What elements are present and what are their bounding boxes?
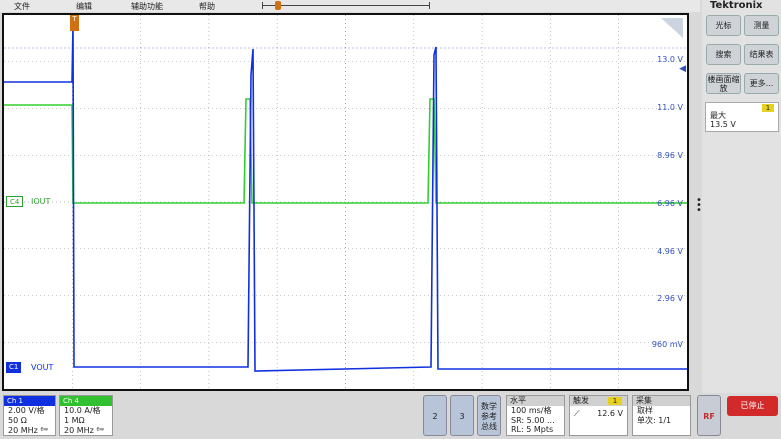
measurement-value: 13.5 V xyxy=(710,120,736,129)
run-stop-button[interactable]: 已停止 xyxy=(727,396,778,416)
horizontal-header: 水平 xyxy=(507,396,564,406)
ch3-button[interactable]: 3 xyxy=(450,395,474,436)
scale-label: 11.0 V xyxy=(657,103,683,112)
measurement-badge[interactable]: 1 最大 13.5 V xyxy=(705,102,779,132)
ch1-label: VOUT xyxy=(31,363,54,372)
trigger-badge[interactable]: 触发 1 ⟋ 12.6 V xyxy=(569,395,628,436)
trigger-marker-icon: T xyxy=(70,15,79,31)
ch1-bandwidth: 20 MHz ᴮʷ xyxy=(8,426,48,435)
more-button[interactable]: 更多... xyxy=(744,73,779,94)
acquire-count: 单次: 1/1 xyxy=(637,415,672,425)
waveform-plot xyxy=(4,15,687,389)
ch4-bandwidth: 20 MHz ᴮʷ xyxy=(64,426,104,435)
ch1-badge[interactable]: Ch 1 2.00 V/格 50 Ω 20 MHz ᴮʷ xyxy=(3,395,56,436)
menu-file[interactable]: 文件 xyxy=(14,1,30,12)
search-button[interactable]: 搜索 xyxy=(706,44,741,65)
ch1-impedance: 50 Ω xyxy=(8,416,27,425)
trigger-header: 触发 1 xyxy=(570,396,627,406)
menu-utility[interactable]: 辅助功能 xyxy=(131,1,163,12)
scale-label: 13.0 V xyxy=(657,55,683,64)
ch4-badge[interactable]: Ch 4 10.0 A/格 1 MΩ 20 MHz ᴮʷ xyxy=(59,395,113,436)
results-table-button[interactable]: 结果表 xyxy=(744,44,779,65)
arrow-left-icon: ◀ xyxy=(679,64,686,74)
ch2-button[interactable]: 2 xyxy=(423,395,447,436)
measure-button[interactable]: 测量 xyxy=(744,15,779,36)
trigger-source: 1 xyxy=(608,397,622,405)
ch1-tag[interactable]: C1 xyxy=(6,362,22,373)
menu-help[interactable]: 帮助 xyxy=(199,1,215,12)
acquire-badge[interactable]: 采集 取样 单次: 1/1 xyxy=(632,395,691,436)
scale-label: 6.96 V xyxy=(657,199,683,208)
trigger-level: 12.6 V xyxy=(597,409,623,418)
record-position-track[interactable] xyxy=(262,2,430,9)
scale-label: 4.96 V xyxy=(657,247,683,256)
graticule xyxy=(4,15,687,389)
scale-label: 8.96 V xyxy=(657,151,683,160)
ch4-label: IOUT xyxy=(31,197,51,206)
ch1-header: Ch 1 xyxy=(4,396,55,406)
ch4-header: Ch 4 xyxy=(60,396,112,406)
menu-edit[interactable]: 编辑 xyxy=(76,1,92,12)
acquire-header: 采集 xyxy=(633,396,690,406)
cursor-button[interactable]: 光标 xyxy=(706,15,741,36)
rising-edge-icon: ⟋ xyxy=(574,409,580,418)
horizontal-scale: 100 ms/格 xyxy=(511,406,552,415)
collapse-corner-icon[interactable] xyxy=(661,18,683,38)
brand-logo: Tektronix xyxy=(710,0,763,11)
menu-bar: 文件 编辑 辅助功能 帮助 xyxy=(0,0,700,12)
horizontal-badge[interactable]: 水平 100 ms/格 SR: 5.00 ... RL: 5 Mpts xyxy=(506,395,565,436)
ch4-impedance: 1 MΩ xyxy=(64,416,85,425)
zoom-button[interactable]: 楼画面缩放 xyxy=(706,73,741,94)
record-length: RL: 5 Mpts xyxy=(511,425,554,434)
ch4-tag[interactable]: C4 xyxy=(6,196,24,207)
rf-button[interactable]: RF xyxy=(697,395,721,436)
scale-label: 2.96 V xyxy=(657,294,683,303)
measurement-source: 1 xyxy=(762,104,774,112)
math-ref-bus-button[interactable]: 数学 参考 总线 xyxy=(477,395,501,436)
trigger-position-icon[interactable] xyxy=(275,1,281,10)
acquire-mode: 取样 xyxy=(637,406,653,415)
ch4-scale: 10.0 A/格 xyxy=(64,406,101,415)
scale-label: 960 mV xyxy=(651,340,683,349)
waveform-display[interactable]: T 13.0 V ◀ 11.0 V 8.96 V 6.96 V 4.96 V 2… xyxy=(2,13,689,391)
sample-rate: SR: 5.00 ... xyxy=(511,415,555,425)
ch1-scale: 2.00 V/格 xyxy=(8,406,45,415)
